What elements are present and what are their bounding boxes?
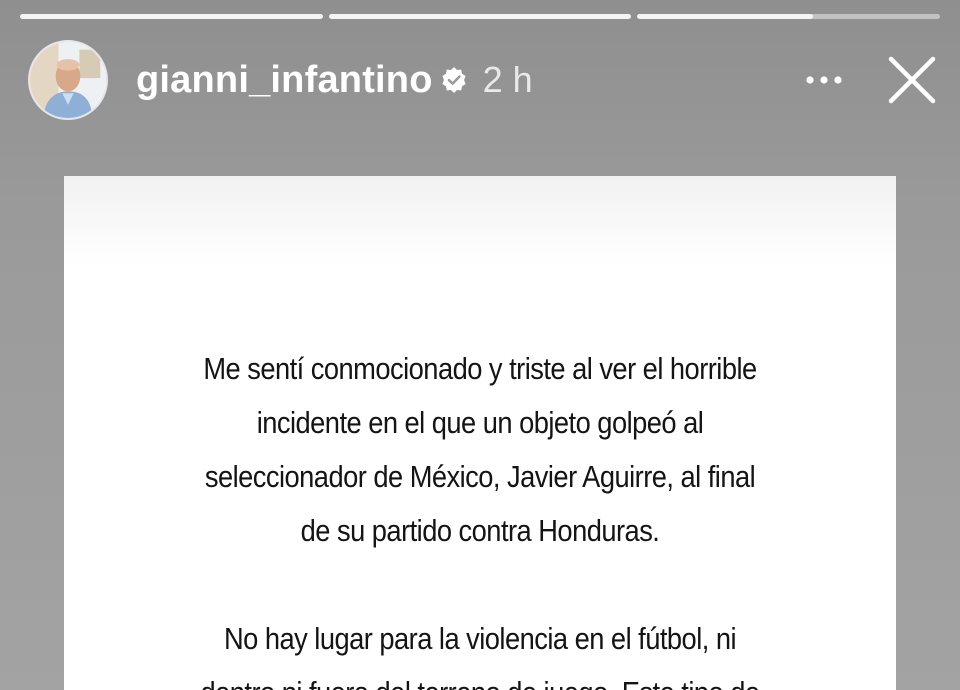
story-text: Me sentí conmocionado y triste al ver el… — [64, 342, 896, 690]
story-text-line: No hay lugar para la violencia en el fút… — [223, 621, 737, 656]
avatar-image — [30, 42, 106, 118]
avatar[interactable] — [28, 40, 108, 120]
story-paragraph: Me sentí conmocionado y triste al ver el… — [114, 342, 846, 558]
story-progress-segment — [637, 14, 941, 19]
story-text-line: incidente en el que un objeto golpeó al — [256, 405, 704, 440]
close-icon[interactable] — [884, 52, 940, 108]
story-progress-bars — [20, 14, 941, 20]
verified-badge-icon — [441, 67, 467, 93]
story-header: gianni_infantino 2 h — [28, 40, 940, 120]
story-progress-fill — [637, 14, 813, 19]
story-text-line: de su partido contra Honduras. — [300, 513, 660, 548]
story-timestamp: 2 h — [482, 59, 533, 100]
story-progress-fill — [20, 14, 323, 19]
story-progress-segment — [20, 14, 323, 19]
story-text-line: dentro ni fuera del terreno de juego. Es… — [114, 666, 846, 690]
username[interactable]: gianni_infantino — [136, 59, 433, 102]
more-horizontal-icon[interactable] — [796, 52, 852, 108]
story-card: Me sentí conmocionado y triste al ver el… — [64, 176, 896, 690]
story-paragraph: No hay lugar para la violencia en el fút… — [114, 612, 846, 690]
story-progress-fill — [328, 14, 632, 19]
story-progress-segment — [328, 14, 632, 19]
story-text-line: Me sentí conmocionado y triste al ver el… — [203, 351, 757, 386]
story-text-line: seleccionador de México, Javier Aguirre,… — [204, 459, 756, 494]
